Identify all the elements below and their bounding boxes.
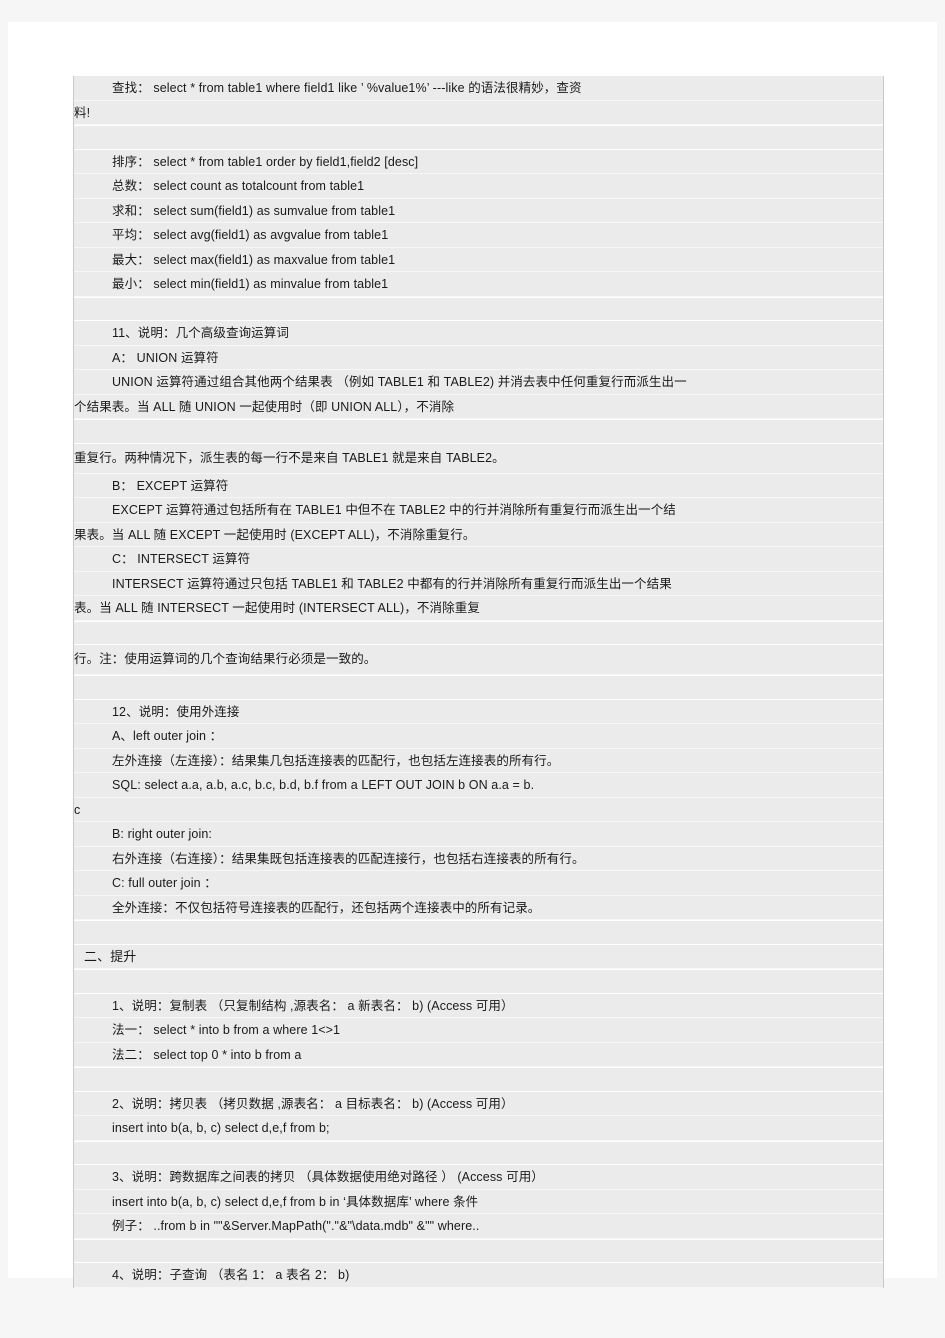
document-line-text: C： INTERSECT 运算符 [112,552,251,566]
document-text-line: 表。当 ALL 随 INTERSECT 一起使用时 (INTERSECT ALL… [74,596,883,621]
document-text-line: 4、说明：子查询 （表名 1： a 表名 2： b) [74,1263,883,1288]
document-text-line: 果表。当 ALL 随 EXCEPT 一起使用时 (EXCEPT ALL)，不消除… [74,522,883,547]
document-text-line: UNION 运算符通过组合其他两个结果表 （例如 TABLE1 和 TABLE2… [74,370,883,395]
document-text-line: 二、提升 [74,944,883,969]
document-text-line: C： INTERSECT 运算符 [74,547,883,572]
document-text-line: C: full outer join ： [74,871,883,896]
document-line-text: 重复行。两种情况下，派生表的每一行不是来自 TABLE1 就是来自 TABLE2… [74,450,505,465]
document-text-line: 最大： select max(field1) as maxvalue from … [74,247,883,272]
document-text-line: 料! [74,100,883,125]
document-text-line: 2、说明：拷贝表 （拷贝数据 ,源表名： a 目标表名： b) (Access … [74,1091,883,1116]
document-line-text: INTERSECT 运算符通过只包括 TABLE1 和 TABLE2 中都有的行… [112,576,672,591]
document-text-line: 查找： select * from table1 where field1 li… [74,76,883,101]
document-text-line: 总数： select count as totalcount from tabl… [74,174,883,199]
document-line-text: A： UNION 运算符 [112,350,219,365]
document-line-text: 3、说明：跨数据库之间表的拷贝 （具体数据使用绝对路径 ） (Access 可用… [112,1170,544,1184]
document-line-text: B： EXCEPT 运算符 [112,478,229,493]
document-text-line: 右外连接（右连接）：结果集既包括连接表的匹配连接行，也包括右连接表的所有行。 [74,846,883,871]
document-line-text: 最小： select min(field1) as minvalue from … [112,277,389,291]
document-spacer-row [74,419,883,444]
document-spacer-row [74,296,883,321]
document-text-line: B: right outer join: [74,822,883,847]
document-text-line: insert into b(a, b, c) select d,e,f from… [74,1116,883,1141]
document-text-line: SQL: select a.a, a.b, a.c, b.c, b.d, b.f… [74,773,883,798]
document-line-text: 2、说明：拷贝表 （拷贝数据 ,源表名： a 目标表名： b) (Access … [112,1096,514,1111]
document-line-text: 例子： ..from b in ""&Server.MapPath("."&"\… [112,1219,480,1233]
document-text-line: EXCEPT 运算符通过包括所有在 TABLE1 中但不在 TABLE2 中的行… [74,498,883,523]
document-line-text: EXCEPT 运算符通过包括所有在 TABLE1 中但不在 TABLE2 中的行… [112,503,676,517]
document-line-text: 法一： select * into b from a where 1<>1 [112,1023,341,1037]
document-line-text: 行。注：使用运算词的几个查询结果行必须是一致的。 [74,652,377,666]
document-line-text: 法二： select top 0 * into b from a [112,1047,302,1062]
document-line-text: 表。当 ALL 随 INTERSECT 一起使用时 (INTERSECT ALL… [74,601,480,615]
document-text-line: 法一： select * into b from a where 1<>1 [74,1018,883,1043]
document-spacer-row [74,920,883,945]
document-line-text: 11、说明：几个高级查询运算词 [112,326,289,340]
document-line-text: 二、提升 [84,948,137,964]
document-spacer-row [74,675,883,700]
document-text-line: 左外连接（左连接）：结果集几包括连接表的匹配行，也包括左连接表的所有行。 [74,748,883,773]
document-text-line: 例子： ..from b in ""&Server.MapPath("."&"\… [74,1214,883,1239]
document-page-sheet: 查找： select * from table1 where field1 li… [8,22,937,1288]
document-line-text: 求和： select sum(field1) as sumvalue from … [112,203,396,218]
document-spacer-row [74,125,883,150]
document-spacer-row [74,1140,883,1165]
document-text-line: B： EXCEPT 运算符 [74,473,883,498]
document-text-line: 个结果表。当 ALL 随 UNION 一起使用时（即 UNION ALL），不消… [74,394,883,419]
document-spacer-row [74,969,883,994]
document-spacer-row [74,1238,883,1263]
document-line-text: 1、说明：复制表 （只复制结构 ,源表名： a 新表名： b) (Access … [112,998,514,1013]
document-text-line: 法二： select top 0 * into b from a [74,1042,883,1067]
document-line-text: 总数： select count as totalcount from tabl… [112,179,365,193]
document-text-line: A： UNION 运算符 [74,345,883,370]
document-line-text: 个结果表。当 ALL 随 UNION 一起使用时（即 UNION ALL），不消… [74,399,455,414]
document-line-text: 12、说明：使用外连接 [112,704,240,719]
document-line-text: SQL: select a.a, a.b, a.c, b.c, b.d, b.f… [112,778,535,792]
document-line-text: A、left outer join ： [112,729,223,743]
document-line-text: c [74,802,81,817]
document-text-line: 11、说明：几个高级查询运算词 [74,321,883,346]
document-text-line: 1、说明：复制表 （只复制结构 ,源表名： a 新表名： b) (Access … [74,993,883,1018]
document-line-text: 果表。当 ALL 随 EXCEPT 一起使用时 (EXCEPT ALL)，不消除… [74,527,476,542]
document-line-text: 4、说明：子查询 （表名 1： a 表名 2： b) [112,1268,350,1282]
document-text-line: 排序： select * from table1 order by field1… [74,149,883,174]
document-line-text: C: full outer join ： [112,876,217,890]
document-line-text: insert into b(a, b, c) select d,e,f from… [112,1194,479,1209]
document-text-line: 最小： select min(field1) as minvalue from … [74,272,883,297]
document-text-line: c [74,797,883,822]
document-line-text: 排序： select * from table1 order by field1… [112,154,419,169]
document-text-block: 查找： select * from table1 where field1 li… [73,76,884,1288]
document-text-line: 12、说明：使用外连接 [74,699,883,724]
document-text-line: 行。注：使用运算词的几个查询结果行必须是一致的。 [74,645,883,675]
document-line-text: 最大： select max(field1) as maxvalue from … [112,252,396,267]
document-text-line: 全外连接：不仅包括符号连接表的匹配行，还包括两个连接表中的所有记录。 [74,895,883,920]
document-line-text: 平均： select avg(field1) as avgvalue from … [112,228,389,242]
document-line-text: 右外连接（右连接）：结果集既包括连接表的匹配连接行，也包括右连接表的所有行。 [112,851,585,866]
document-spacer-row [74,1067,883,1092]
document-text-line: 3、说明：跨数据库之间表的拷贝 （具体数据使用绝对路径 ） (Access 可用… [74,1165,883,1190]
document-text-line: A、left outer join ： [74,724,883,749]
document-text-line: INTERSECT 运算符通过只包括 TABLE1 和 TABLE2 中都有的行… [74,571,883,596]
document-line-text: 查找： select * from table1 where field1 li… [112,81,582,95]
document-text-line: 求和： select sum(field1) as sumvalue from … [74,198,883,223]
document-text-line: 重复行。两种情况下，派生表的每一行不是来自 TABLE1 就是来自 TABLE2… [74,443,883,474]
document-line-text: B: right outer join: [112,827,212,841]
document-text-line: insert into b(a, b, c) select d,e,f from… [74,1189,883,1214]
document-line-text: 左外连接（左连接）：结果集几包括连接表的匹配行，也包括左连接表的所有行。 [112,753,560,768]
document-line-text: UNION 运算符通过组合其他两个结果表 （例如 TABLE1 和 TABLE2… [112,375,687,389]
document-spacer-row [74,620,883,645]
document-text-line: 平均： select avg(field1) as avgvalue from … [74,223,883,248]
document-line-text: 料! [74,105,91,120]
document-line-text: insert into b(a, b, c) select d,e,f from… [112,1121,330,1135]
document-line-text: 全外连接：不仅包括符号连接表的匹配行，还包括两个连接表中的所有记录。 [112,900,541,915]
